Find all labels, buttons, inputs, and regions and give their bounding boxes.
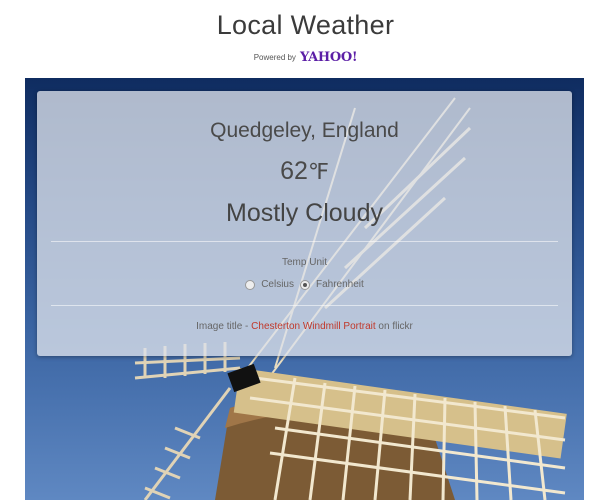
celsius-radio[interactable]: [245, 279, 256, 290]
powered-by: Powered by YAHOO!: [0, 50, 611, 65]
credit-suffix: on flickr: [378, 321, 413, 332]
yahoo-logo[interactable]: YAHOO!: [300, 50, 358, 65]
temperature-display: 62℉: [37, 157, 572, 186]
location-name: Quedgeley, England: [210, 119, 399, 142]
temperature-unit: ℉: [307, 159, 329, 184]
powered-by-text: Powered by: [253, 53, 296, 62]
celsius-option[interactable]: Celsius: [245, 279, 294, 290]
temperature-value: 62: [280, 157, 308, 185]
weather-condition: Mostly Cloudy: [226, 199, 383, 227]
fahrenheit-radio[interactable]: [299, 279, 310, 290]
image-credit: Image title - Chesterton Windmill Portra…: [37, 321, 572, 332]
fahrenheit-label[interactable]: Fahrenheit: [316, 279, 364, 290]
image-title-link[interactable]: Chesterton Windmill Portrait: [251, 321, 375, 332]
divider: [51, 305, 558, 306]
celsius-label[interactable]: Celsius: [261, 279, 294, 290]
page-title: Local Weather: [216, 10, 395, 40]
app-header: Local Weather Powered by YAHOO!: [0, 0, 611, 78]
temp-unit-options: Celsius Fahrenheit: [37, 279, 572, 290]
weather-card: Quedgeley, England 62℉ Mostly Cloudy Tem…: [37, 91, 572, 356]
fahrenheit-option[interactable]: Fahrenheit: [299, 279, 364, 290]
divider: [51, 241, 558, 242]
temp-unit-label: Temp Unit: [281, 257, 327, 268]
credit-prefix: Image title -: [196, 321, 249, 332]
